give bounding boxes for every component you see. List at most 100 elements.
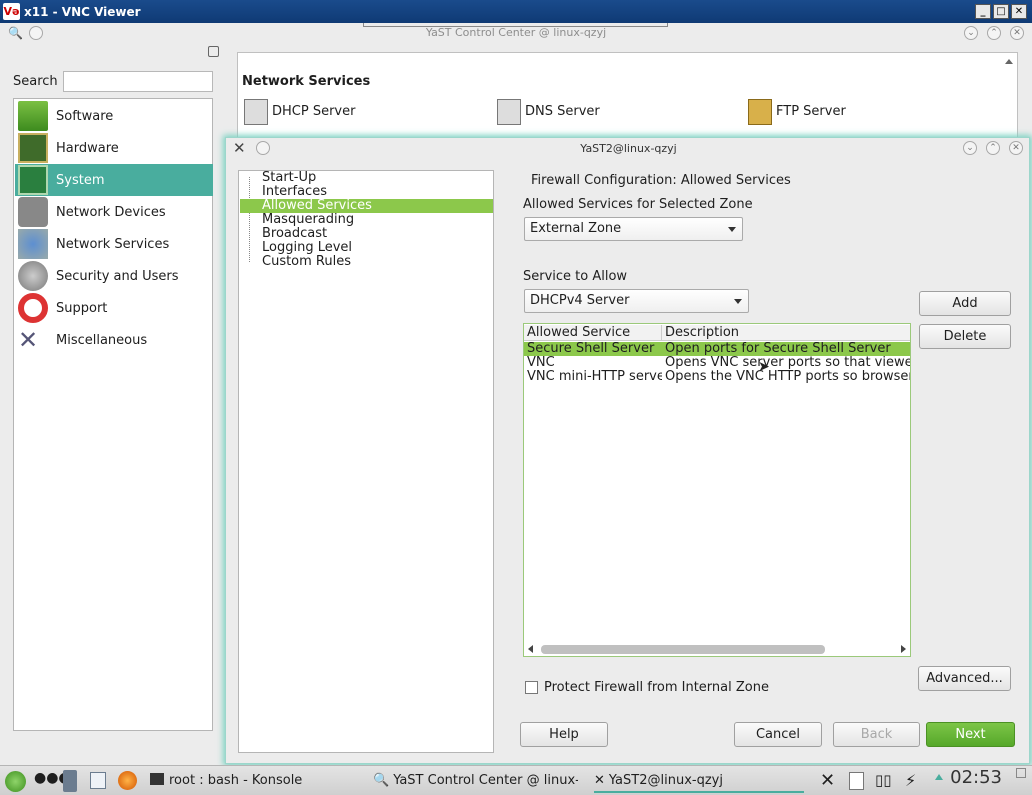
clock[interactable]: 02:53 <box>950 767 1002 788</box>
file-manager-icon[interactable] <box>90 772 106 789</box>
ycc-minimize-icon[interactable]: ⌄ <box>964 26 978 40</box>
network-tray-icon[interactable]: ⚡ <box>905 771 916 790</box>
table-cell: VNC <box>527 356 555 370</box>
firewall-tree[interactable]: Start-Up Interfaces Allowed Services Mas… <box>238 170 494 753</box>
zone-combo[interactable]: External Zone <box>524 217 743 241</box>
ftp-server-icon <box>748 99 772 125</box>
cancel-button[interactable]: Cancel <box>734 722 822 747</box>
vnc-logo-icon: Və <box>3 3 20 20</box>
add-button[interactable]: Add <box>919 291 1011 316</box>
scroll-up-icon[interactable] <box>1005 59 1013 64</box>
detach-icon[interactable] <box>208 46 219 57</box>
protect-firewall-label[interactable]: Protect Firewall from Internal Zone <box>544 680 769 695</box>
dialog-maximize-icon[interactable]: ⌃ <box>986 141 1000 155</box>
category-label: Miscellaneous <box>56 333 148 348</box>
category-network-devices[interactable]: Network Devices <box>15 196 213 228</box>
tree-item-start-up[interactable]: Start-Up <box>240 171 493 185</box>
dialog-menu-icon[interactable] <box>256 141 270 155</box>
minimize-button[interactable]: _ <box>975 4 991 19</box>
category-label: Security and Users <box>56 269 179 284</box>
tray-expand-icon[interactable] <box>935 774 943 780</box>
scroll-right-icon[interactable] <box>901 645 906 653</box>
search-input[interactable] <box>63 71 213 92</box>
task-yast-control-center[interactable]: 🔍 YaST Control Center @ linux-q <box>373 769 578 793</box>
next-button[interactable]: Next <box>926 722 1015 747</box>
zone-label: Allowed Services for Selected Zone <box>523 197 753 212</box>
section-heading: Network Services <box>242 74 371 89</box>
module-dns-server[interactable]: DNS Server <box>497 99 677 125</box>
protect-firewall-checkbox[interactable] <box>525 681 538 694</box>
module-label: DHCP Server <box>272 104 356 119</box>
tree-item-custom-rules[interactable]: Custom Rules <box>240 255 493 269</box>
task-label: YaST2@linux-qzyj <box>608 773 723 788</box>
category-security-users[interactable]: Security and Users <box>15 260 213 292</box>
start-menu-icon[interactable] <box>5 771 26 792</box>
column-header-service[interactable]: Allowed Service <box>524 325 662 341</box>
tree-item-broadcast[interactable]: Broadcast <box>240 227 493 241</box>
table-row[interactable]: Secure Shell Server Open ports for Secur… <box>524 342 910 356</box>
category-list[interactable]: Software Hardware System Network Devices… <box>13 98 213 731</box>
close-button[interactable]: ✕ <box>1011 4 1027 19</box>
scroll-left-icon[interactable] <box>528 645 533 653</box>
network-devices-icon <box>18 197 48 227</box>
category-network-services[interactable]: Network Services <box>15 228 213 260</box>
clipboard-tray-icon[interactable] <box>849 772 864 790</box>
display-tray-icon[interactable]: ▯▯ <box>875 771 892 789</box>
table-row[interactable]: VNC mini-HTTP server Opens the VNC HTTP … <box>524 370 910 384</box>
task-yast2[interactable]: ✕ YaST2@linux-qzyj <box>594 769 804 793</box>
maximize-button[interactable]: □ <box>993 4 1009 19</box>
module-dhcp-server[interactable]: DHCP Server <box>244 99 424 125</box>
task-konsole[interactable]: root : bash - Konsole <box>150 769 360 793</box>
service-combo[interactable]: DHCPv4 Server <box>524 289 749 313</box>
network-services-icon <box>18 229 48 259</box>
ycc-menu-icon[interactable] <box>29 26 43 40</box>
table-cell: Secure Shell Server <box>527 342 655 356</box>
category-label: Network Devices <box>56 205 166 220</box>
horizontal-scrollbar[interactable] <box>525 642 909 656</box>
table-cell: Opens VNC server ports so that viewers <box>665 356 910 370</box>
tree-item-logging-level[interactable]: Logging Level <box>240 241 493 255</box>
tools-tray-icon[interactable]: ✕ <box>820 770 835 791</box>
vnc-window-title: x11 - VNC Viewer <box>24 5 141 19</box>
vnc-title-bar: Və x11 - VNC Viewer _ □ ✕ <box>0 0 1032 23</box>
tree-item-interfaces[interactable]: Interfaces <box>240 185 493 199</box>
module-label: FTP Server <box>776 104 846 119</box>
hardware-icon <box>18 133 48 163</box>
task-label: YaST Control Center @ linux-q <box>393 773 578 788</box>
chevron-down-icon <box>728 227 736 232</box>
module-ftp-server[interactable]: FTP Server <box>748 99 928 125</box>
module-label: DNS Server <box>525 104 600 119</box>
service-value: DHCPv4 Server <box>530 293 630 308</box>
category-software[interactable]: Software <box>15 100 213 132</box>
delete-button[interactable]: Delete <box>919 324 1011 349</box>
allowed-services-table[interactable]: Allowed Service Description Secure Shell… <box>523 323 911 657</box>
advanced-button[interactable]: Advanced... <box>918 666 1011 691</box>
column-header-description[interactable]: Description <box>662 325 910 341</box>
category-support[interactable]: Support <box>15 292 213 324</box>
yast-app-icon: ✕ <box>233 139 246 157</box>
category-hardware[interactable]: Hardware <box>15 132 213 164</box>
category-miscellaneous[interactable]: ✕ Miscellaneous <box>15 324 213 356</box>
show-desktop-icon[interactable] <box>1016 768 1026 778</box>
category-system[interactable]: System <box>15 164 213 196</box>
category-label: Support <box>56 301 108 316</box>
ycc-close-icon[interactable]: ✕ <box>1010 26 1024 40</box>
table-cell: VNC mini-HTTP server <box>527 370 662 384</box>
dialog-close-icon[interactable]: ✕ <box>1009 141 1023 155</box>
help-button[interactable]: Help <box>520 722 608 747</box>
dialog-minimize-icon[interactable]: ⌄ <box>963 141 977 155</box>
firefox-icon[interactable] <box>118 771 137 790</box>
terminal-icon <box>150 773 164 785</box>
tree-item-masquerading[interactable]: Masquerading <box>240 213 493 227</box>
ycc-app-icon: 🔍 <box>8 26 23 40</box>
yast-icon: ✕ <box>594 773 605 788</box>
back-button[interactable]: Back <box>833 722 920 747</box>
ycc-window-title: YaST Control Center @ linux-qzyj <box>425 26 607 39</box>
tree-item-allowed-services[interactable]: Allowed Services <box>240 199 493 213</box>
task-label: root : bash - Konsole <box>169 773 303 788</box>
search-icon: 🔍 <box>373 773 390 788</box>
scrollbar-thumb[interactable] <box>541 645 825 654</box>
desktop-pager-icon[interactable] <box>63 770 77 792</box>
ycc-maximize-icon[interactable]: ⌃ <box>987 26 1001 40</box>
table-row[interactable]: VNC Opens VNC server ports so that viewe… <box>524 356 910 370</box>
